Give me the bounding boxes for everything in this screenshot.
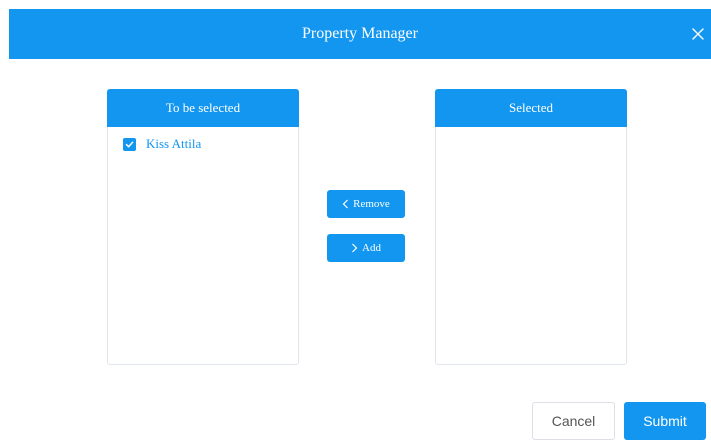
- remove-button-label: Remove: [353, 198, 390, 210]
- to-be-selected-header: To be selected: [107, 89, 299, 127]
- submit-button[interactable]: Submit: [624, 402, 706, 440]
- dialog-title: Property Manager: [302, 25, 418, 42]
- close-icon: [692, 28, 704, 40]
- to-be-selected-panel: To be selected Kiss Attila: [107, 89, 299, 365]
- remove-button[interactable]: Remove: [327, 190, 405, 218]
- selected-panel: Selected: [435, 89, 627, 365]
- chevron-right-icon: [352, 243, 358, 253]
- add-button-label: Add: [362, 242, 381, 254]
- item-label: Kiss Attila: [146, 136, 202, 151]
- cancel-button[interactable]: Cancel: [532, 402, 615, 440]
- item-checkbox[interactable]: [123, 137, 136, 151]
- chevron-left-icon: [342, 199, 349, 209]
- check-icon: [125, 141, 134, 147]
- close-button[interactable]: [691, 27, 705, 41]
- add-button[interactable]: Add: [327, 234, 405, 262]
- dialog-header: Property Manager: [9, 9, 711, 59]
- list-item[interactable]: Kiss Attila: [123, 136, 201, 152]
- selected-header: Selected: [435, 89, 627, 127]
